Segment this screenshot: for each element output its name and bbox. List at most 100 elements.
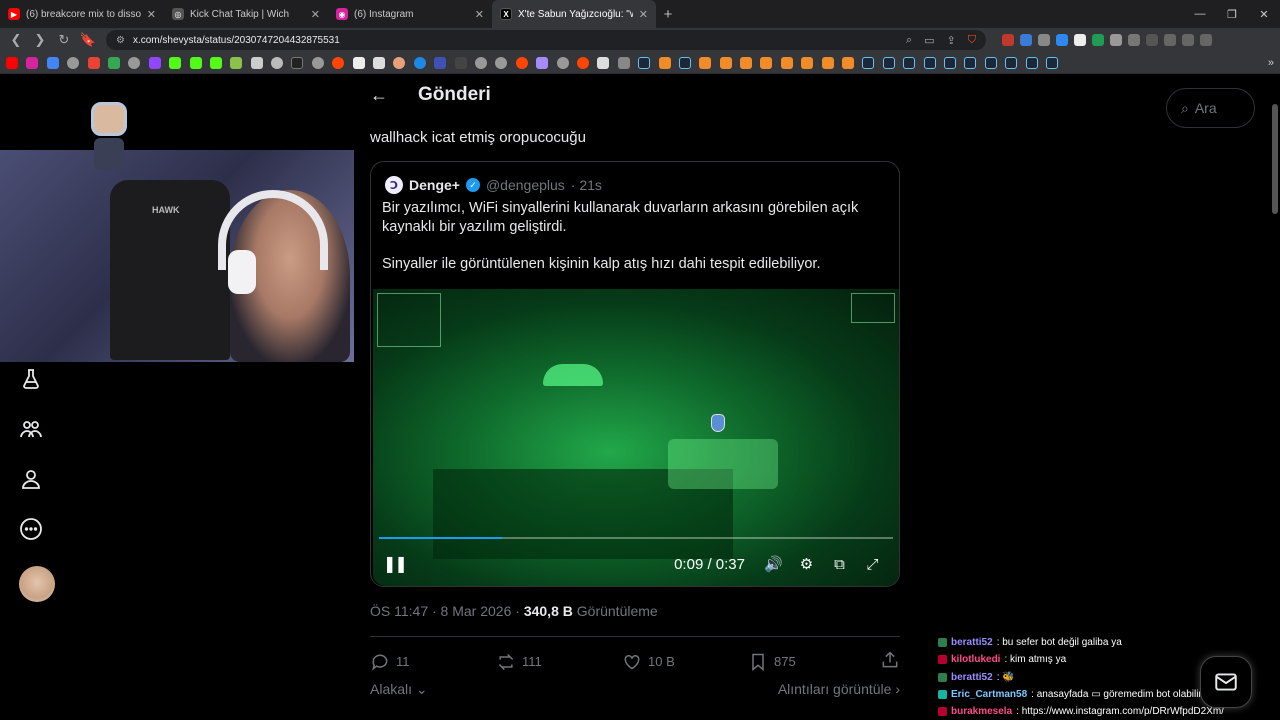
video-player[interactable]: ❚❚ 0:09 / 0:37 🔊 ⚙ ⧉ ⤢ <box>373 289 899 586</box>
site-info-icon[interactable]: ⚙ <box>116 35 125 46</box>
bookmark-kick-icon[interactable] <box>169 56 182 69</box>
messages-button[interactable] <box>1200 656 1252 708</box>
bookmark-youtube-icon[interactable] <box>6 56 18 69</box>
volume-icon[interactable]: 🔊 <box>757 555 790 573</box>
bookmark-icon[interactable] <box>597 56 610 69</box>
bookmark-icon[interactable] <box>373 56 386 69</box>
browser-tab-x-post[interactable]: X X'te Sabun Yağızcıoğlu: "wallhack ✕ <box>492 0 656 28</box>
bookmark-steam-icon[interactable] <box>923 56 936 69</box>
bookmark-globe-icon[interactable] <box>128 56 141 69</box>
reload-icon[interactable]: ↻ <box>54 30 74 50</box>
account-avatar[interactable] <box>19 566 55 602</box>
bookmark-steam-icon[interactable] <box>638 56 651 69</box>
zoom-icon[interactable]: ⌕ <box>906 34 912 47</box>
post-timestamp[interactable]: ÖS 11:47 · 8 Mar 2026 · <box>370 603 524 619</box>
bookmark-globe-icon[interactable] <box>67 56 80 69</box>
bookmark-steam-icon[interactable] <box>882 56 895 69</box>
bookmark-steam-icon[interactable] <box>984 56 997 69</box>
extension-icon[interactable] <box>1038 34 1050 46</box>
bookmark-steam-icon[interactable] <box>1025 56 1038 69</box>
extension-icon[interactable] <box>1002 34 1014 46</box>
bookmark-icon[interactable] <box>271 56 284 69</box>
close-tab-icon[interactable]: ✕ <box>147 8 156 21</box>
video-progress-bar[interactable] <box>379 537 893 539</box>
close-tab-icon[interactable]: ✕ <box>475 8 484 21</box>
new-tab-button[interactable]: + <box>656 6 680 23</box>
browser-tab-youtube[interactable]: ▶ (6) breakcore mix to dissociate to - Y… <box>0 0 164 28</box>
view-quotes-link[interactable]: Alıntıları görüntüle › <box>778 681 900 698</box>
bookmark-steam-icon[interactable] <box>964 56 977 69</box>
extension-icon[interactable] <box>1020 34 1032 46</box>
extension-icon[interactable] <box>1074 34 1086 46</box>
bookmark-x-icon[interactable] <box>291 56 304 69</box>
bookmark-icon[interactable] <box>46 56 59 69</box>
bookmark-instagram-icon[interactable] <box>26 56 39 69</box>
restore-icon[interactable]: ❐ <box>1216 8 1248 21</box>
reply-button[interactable]: 11 <box>370 652 496 672</box>
close-window-icon[interactable]: ✕ <box>1248 8 1280 21</box>
back-arrow-icon[interactable]: ← <box>370 85 390 106</box>
bookmark-folder-icon[interactable] <box>617 56 630 69</box>
quoted-author-name[interactable]: Denge+ <box>409 177 460 193</box>
nav-grok-icon[interactable] <box>18 366 44 392</box>
bookmark-icon[interactable] <box>536 56 549 69</box>
brave-shield-icon[interactable]: ⛉ <box>968 34 976 47</box>
sort-dropdown[interactable]: Alakalı ⌄ <box>370 681 428 698</box>
bookmark-steam-icon[interactable] <box>862 56 875 69</box>
close-tab-icon[interactable]: ✕ <box>639 8 648 21</box>
bookmark-steam-icon[interactable] <box>678 56 691 69</box>
share-page-icon[interactable]: ⇪ <box>947 34 956 47</box>
extension-icon[interactable] <box>1110 34 1122 46</box>
bookmark-steam-icon[interactable] <box>1045 56 1058 69</box>
bookmark-icon[interactable] <box>801 56 814 69</box>
bookmark-icon[interactable] <box>454 56 467 69</box>
quoted-avatar[interactable]: Ↄ <box>385 176 403 194</box>
browser-tab-instagram[interactable]: ◉ (6) Instagram ✕ <box>328 0 492 28</box>
bookmark-globe-icon[interactable] <box>495 56 508 69</box>
bookmark-globe-icon[interactable] <box>311 56 324 69</box>
bookmark-icon[interactable] <box>740 56 753 69</box>
bookmark-icon[interactable] <box>821 56 834 69</box>
menu-icon[interactable] <box>1200 34 1212 46</box>
bookmark-icon[interactable] <box>393 56 406 69</box>
bookmark-icon[interactable] <box>719 56 732 69</box>
bookmark-kick-icon[interactable] <box>189 56 202 69</box>
bookmark-icon[interactable] <box>434 56 447 69</box>
quoted-author-handle[interactable]: @dengeplus <box>486 177 565 193</box>
bookmark-anchor-icon[interactable] <box>250 56 263 69</box>
sidebar-icon[interactable] <box>1146 34 1158 46</box>
bookmark-icon[interactable] <box>658 56 671 69</box>
settings-icon[interactable]: ⚙ <box>790 555 823 573</box>
search-input[interactable]: ⌕ Ara <box>1166 88 1255 128</box>
fullscreen-icon[interactable]: ⤢ <box>856 556 889 573</box>
wallet-icon[interactable] <box>1182 34 1194 46</box>
bookmark-reddit-icon[interactable] <box>515 56 528 69</box>
pip-icon[interactable]: ⧉ <box>823 556 856 573</box>
back-nav-icon[interactable]: ❮ <box>6 30 26 50</box>
bookmark-globe-icon[interactable] <box>474 56 487 69</box>
quoted-post[interactable]: Ↄ Denge+ ✓ @dengeplus · 21s Bir yazılımc… <box>370 161 900 587</box>
bookmark-steam-icon[interactable] <box>903 56 916 69</box>
url-bar[interactable]: ⚙ x.com/shevysta/status/2030747204432875… <box>106 30 986 50</box>
scrollbar-thumb[interactable] <box>1272 104 1278 214</box>
puzzle-icon[interactable] <box>1128 34 1140 46</box>
like-button[interactable]: 10 B <box>622 652 748 672</box>
bookmark-reddit-icon[interactable] <box>576 56 589 69</box>
bookmark-icon[interactable] <box>230 56 243 69</box>
bookmark-icon[interactable] <box>760 56 773 69</box>
bookmark-steam-icon[interactable] <box>1005 56 1018 69</box>
close-tab-icon[interactable]: ✕ <box>311 8 320 21</box>
repost-button[interactable]: 111 <box>496 652 622 672</box>
bookmark-icon[interactable] <box>780 56 793 69</box>
bookmark-play-icon[interactable] <box>413 56 426 69</box>
extension-icon[interactable] <box>1056 34 1068 46</box>
nav-more-icon[interactable] <box>18 516 44 542</box>
extension-icon[interactable] <box>1092 34 1104 46</box>
bookmark-reddit-icon[interactable] <box>332 56 345 69</box>
browser-tab-kick-chat[interactable]: ◎ Kick Chat Takip | Wich ✕ <box>164 0 328 28</box>
bookmark-drive-icon[interactable] <box>107 56 120 69</box>
bookmark-kick-icon[interactable] <box>209 56 222 69</box>
more-bookmarks-icon[interactable]: » <box>1268 57 1274 69</box>
bookmark-icon[interactable] <box>842 56 855 69</box>
bookmark-icon[interactable] <box>699 56 712 69</box>
